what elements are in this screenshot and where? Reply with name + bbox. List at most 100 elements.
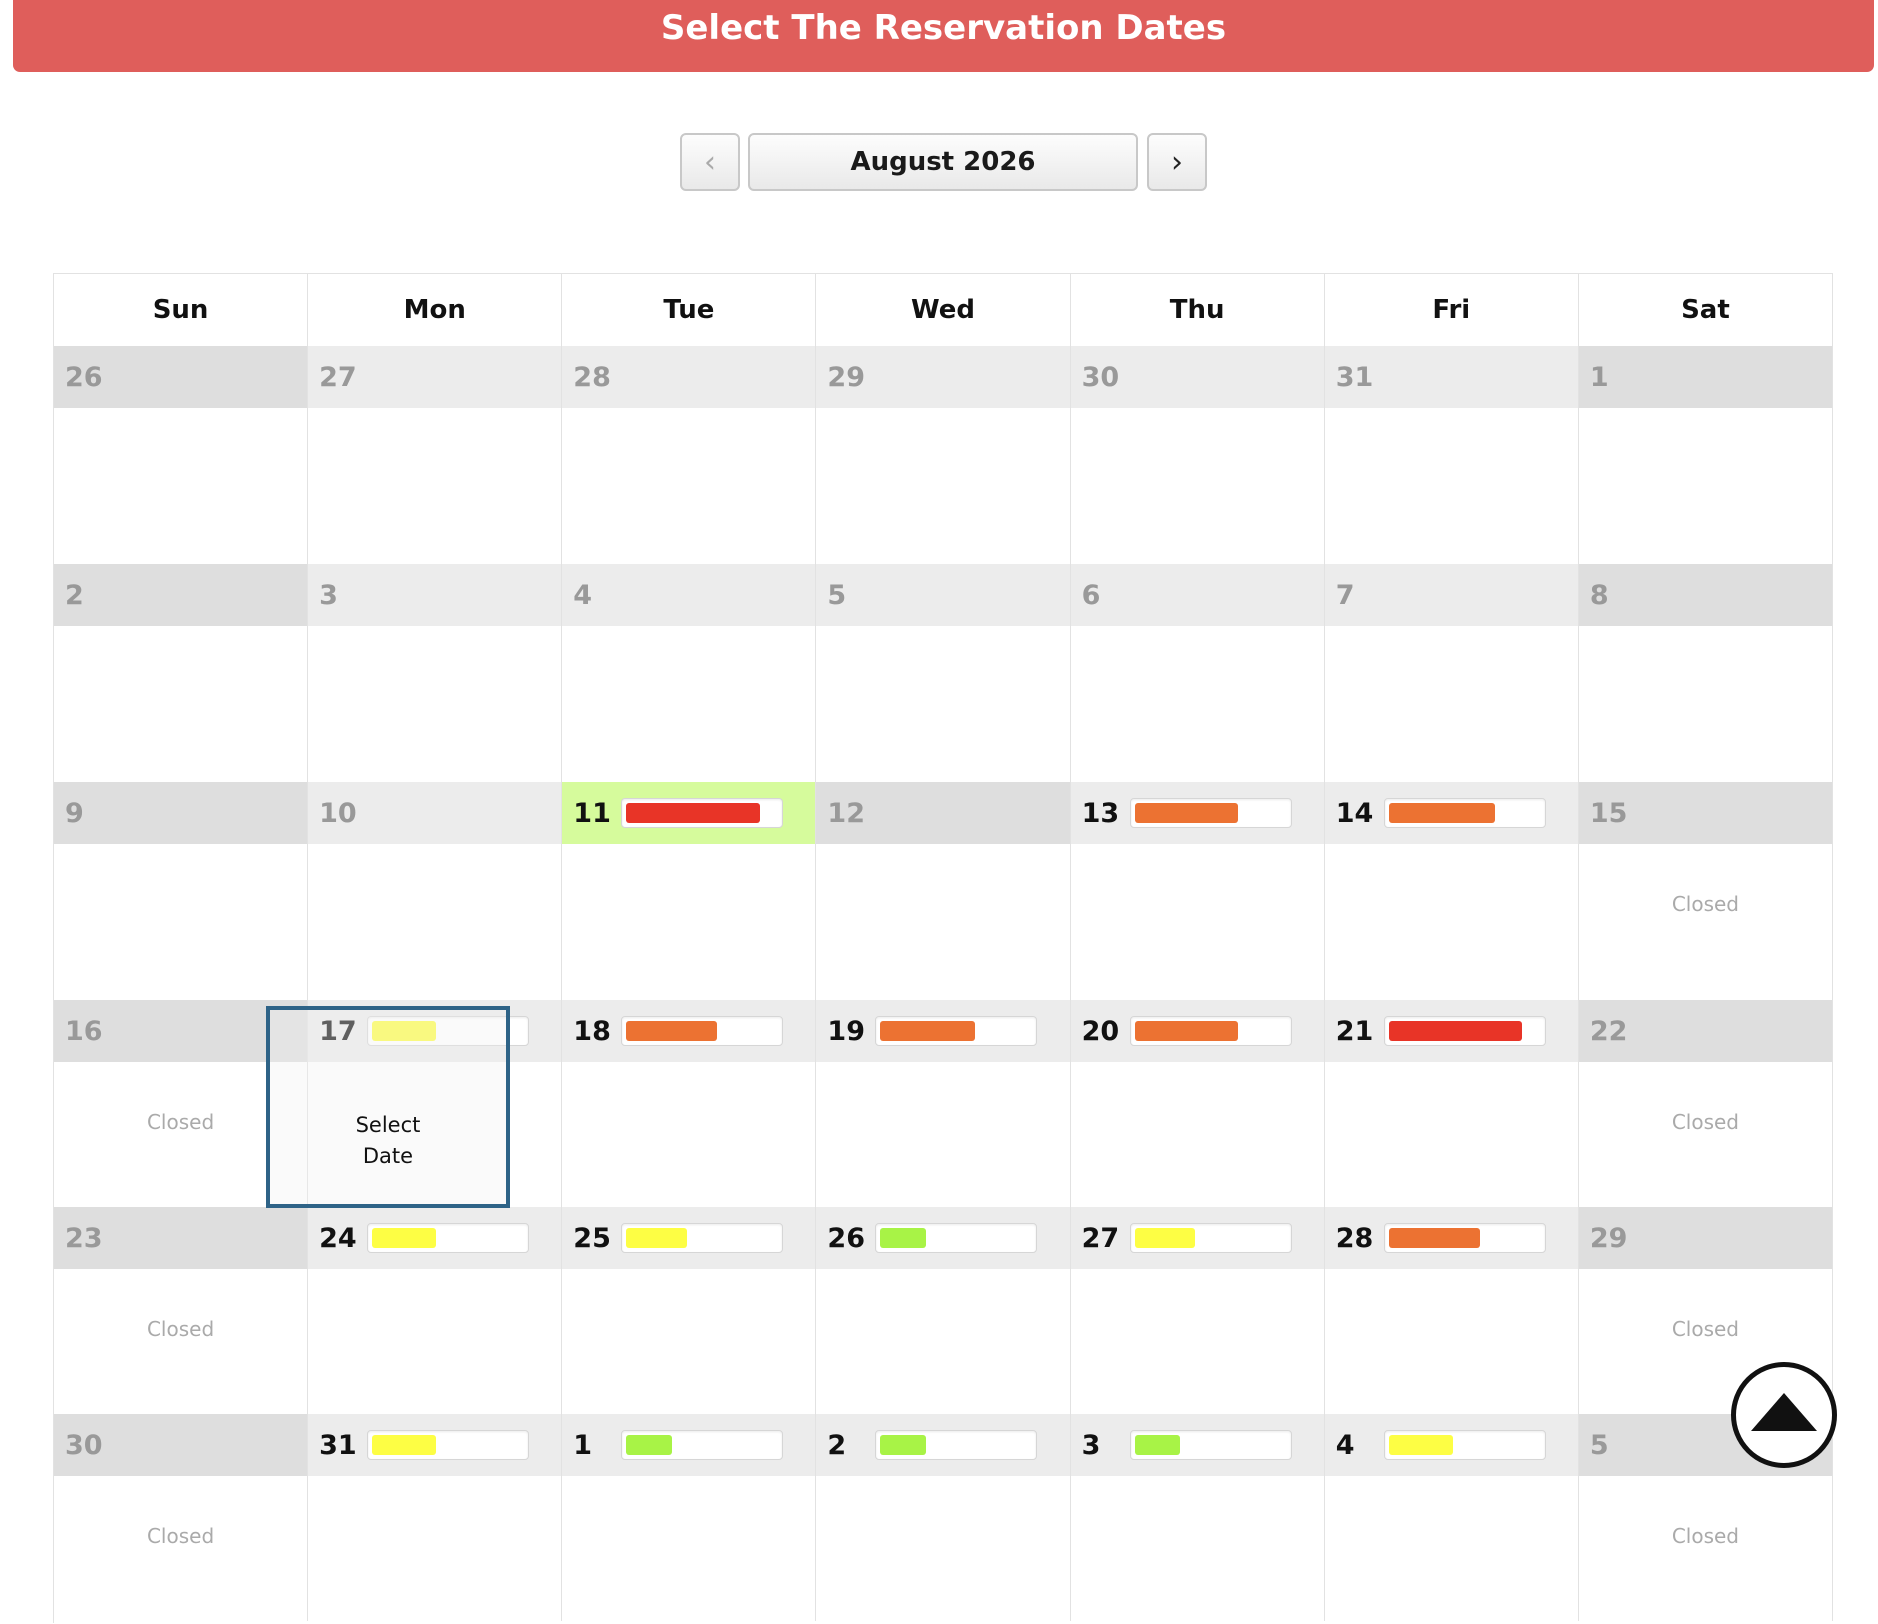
availability-fill — [372, 1021, 436, 1041]
availability-bar — [875, 1016, 1038, 1046]
day-number: 12 — [827, 797, 865, 829]
weekday-header: Sat — [1579, 274, 1833, 346]
calendar-week-row: 30 Closed 31 1 2 3 4 5 Closed — [54, 1414, 1833, 1621]
day-header: 16 — [54, 1000, 308, 1062]
calendar-day-cell[interactable]: 20 — [1070, 1000, 1325, 1207]
day-header: 10 — [308, 782, 562, 844]
day-number: 16 — [65, 1015, 103, 1047]
calendar-day-cell[interactable]: 21 — [1324, 1000, 1579, 1207]
day-header: 4 — [562, 564, 816, 626]
calendar-day-cell[interactable]: 27 — [1070, 1207, 1325, 1414]
calendar-day-cell[interactable]: 31 — [308, 1414, 563, 1621]
month-navigation: ‹ August 2026 › — [0, 133, 1878, 193]
calendar-day-cell[interactable]: 1 — [562, 1414, 817, 1621]
day-number: 1 — [1589, 361, 1609, 393]
day-header: 6 — [1070, 564, 1324, 626]
day-number: 13 — [1081, 797, 1120, 829]
calendar-day-cell[interactable]: 28 — [1324, 1207, 1579, 1414]
month-selector-button[interactable]: August 2026 — [748, 133, 1138, 191]
day-number: 26 — [65, 361, 103, 393]
calendar-day-cell[interactable]: 4 — [1324, 1414, 1579, 1621]
closed-label: Closed — [1671, 1110, 1739, 1134]
weekday-header: Mon — [308, 274, 563, 346]
calendar-day-cell[interactable]: 13 — [1070, 782, 1325, 1000]
closed-label: Closed — [146, 1524, 215, 1548]
day-header: 26 — [54, 346, 308, 408]
day-number: 1 — [573, 1429, 593, 1461]
availability-fill — [1388, 1228, 1480, 1248]
day-number: 29 — [827, 361, 865, 393]
day-header: 7 — [1324, 564, 1578, 626]
day-number: 17 — [319, 1015, 357, 1047]
day-header: 30 — [1070, 346, 1324, 408]
calendar-grid: Sun Mon Tue Wed Thu Fri Sat 26 27 28 29 30 31… — [53, 273, 1833, 1623]
calendar-day-cell[interactable]: 17 — [308, 1000, 563, 1207]
calendar-day-cell[interactable]: 2 — [816, 1414, 1071, 1621]
weekday-header: Wed — [816, 274, 1071, 346]
day-header: 14 — [1324, 782, 1578, 844]
prev-month-button[interactable]: ‹ — [680, 133, 740, 191]
calendar-day-cell[interactable]: 25 — [562, 1207, 817, 1414]
calendar-day-cell[interactable]: 11 — [562, 782, 817, 1000]
day-header: 22 — [1578, 1000, 1832, 1062]
closed-label: Closed — [1671, 1317, 1739, 1341]
calendar-day-cell: 27 — [308, 346, 563, 564]
calendar-day-cell: 15 Closed — [1578, 782, 1833, 1000]
day-header: 23 — [54, 1207, 308, 1269]
calendar-day-cell: 23 Closed — [54, 1207, 309, 1414]
day-number: 10 — [319, 797, 357, 829]
availability-bar — [621, 798, 784, 828]
day-header: 30 — [54, 1414, 308, 1476]
day-header: 18 — [562, 1000, 816, 1062]
chevron-right-icon: › — [1171, 144, 1183, 180]
day-number: 28 — [1335, 1222, 1374, 1254]
day-number: 31 — [319, 1429, 357, 1461]
day-number: 5 — [827, 579, 847, 611]
day-header: 2 — [816, 1414, 1070, 1476]
calendar-day-cell[interactable]: 14 — [1324, 782, 1579, 1000]
availability-bar — [1383, 798, 1546, 828]
day-header: 20 — [1070, 1000, 1324, 1062]
weekday-header: Sun — [54, 274, 309, 346]
day-number: 23 — [65, 1222, 103, 1254]
availability-bar — [621, 1223, 784, 1253]
day-header: 1 — [562, 1414, 816, 1476]
calendar-day-cell[interactable]: 19 — [816, 1000, 1071, 1207]
day-header: 8 — [1578, 564, 1832, 626]
weekday-header: Fri — [1325, 274, 1579, 346]
calendar-day-cell[interactable]: 26 — [816, 1207, 1071, 1414]
arrow-up-icon — [1751, 1393, 1817, 1431]
day-number: 5 — [1589, 1429, 1609, 1461]
availability-bar — [1129, 1223, 1292, 1253]
day-number: 27 — [1081, 1222, 1120, 1254]
scroll-to-top-button[interactable] — [1731, 1362, 1837, 1468]
day-number: 4 — [1335, 1429, 1355, 1461]
calendar-day-cell: 16 Closed — [54, 1000, 309, 1207]
availability-bar — [1129, 1016, 1292, 1046]
availability-fill — [880, 1021, 975, 1041]
calendar-day-cell: 26 — [54, 346, 309, 564]
day-header: 17 — [308, 1000, 562, 1062]
calendar-day-cell: 29 — [816, 346, 1071, 564]
availability-fill — [1134, 1228, 1196, 1248]
availability-fill — [626, 1228, 688, 1248]
calendar-day-cell: 28 — [562, 346, 817, 564]
calendar-day-cell[interactable]: 18 — [562, 1000, 817, 1207]
calendar-day-cell[interactable]: 3 — [1070, 1414, 1325, 1621]
calendar-day-cell[interactable]: 24 — [308, 1207, 563, 1414]
day-number: 9 — [65, 797, 84, 829]
day-number: 4 — [573, 579, 593, 611]
next-month-button[interactable]: › — [1147, 133, 1207, 191]
day-number: 24 — [319, 1222, 357, 1254]
day-header: 31 — [308, 1414, 562, 1476]
day-header: 27 — [1070, 1207, 1324, 1269]
day-number: 8 — [1589, 579, 1609, 611]
day-header: 1 — [1578, 346, 1832, 408]
day-header: 11 — [562, 782, 816, 844]
day-header: 21 — [1324, 1000, 1578, 1062]
availability-fill — [880, 1228, 927, 1248]
day-header: 28 — [1324, 1207, 1578, 1269]
day-header: 5 — [816, 564, 1070, 626]
day-header: 28 — [562, 346, 816, 408]
calendar-week-row: 23 Closed 24 25 26 27 28 29 Closed — [54, 1207, 1833, 1414]
